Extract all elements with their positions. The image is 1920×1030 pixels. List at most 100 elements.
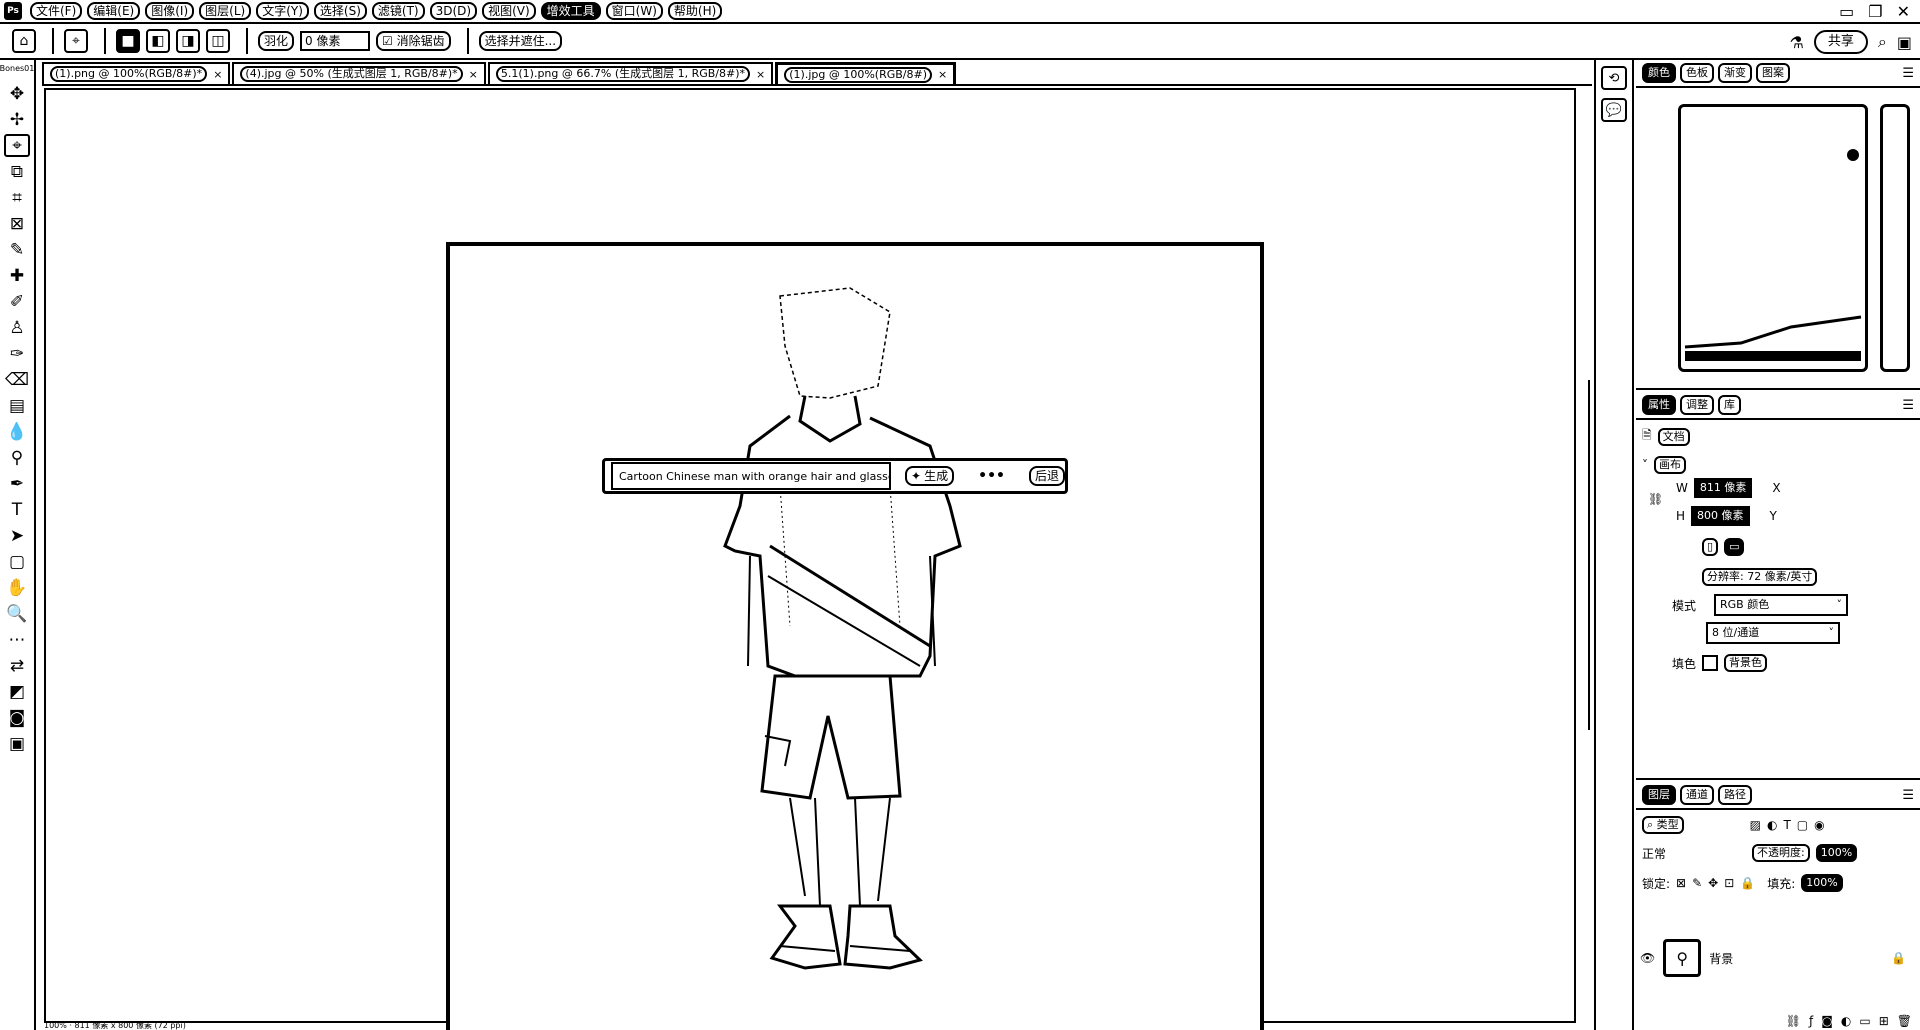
document-tab[interactable]: 5.1(1).png @ 66.7% (生成式图层 1, RGB/8#)* ×	[487, 62, 774, 84]
panel-tab[interactable]: 通道	[1680, 785, 1714, 805]
layer-row[interactable]: 👁 ⚲ 背景 🔒	[1640, 936, 1914, 980]
brush-tool-icon[interactable]: ✐	[4, 290, 30, 313]
height-input[interactable]: 800 像素	[1691, 506, 1750, 526]
filter-icons[interactable]: ▨◐T▢◉	[1750, 818, 1831, 832]
menu-item[interactable]: 增效工具	[540, 2, 601, 20]
close-icon[interactable]: ×	[938, 68, 947, 81]
close-icon[interactable]: ✕	[1897, 2, 1910, 21]
landscape-icon[interactable]: ▭	[1724, 538, 1745, 556]
panel-tab[interactable]: 色板	[1680, 63, 1714, 83]
fill-opacity-value[interactable]: 100%	[1801, 874, 1843, 892]
new-layer-icon[interactable]: ⊞	[1879, 1014, 1889, 1028]
depth-select[interactable]: 8 位/通道 ˅	[1706, 622, 1840, 644]
close-icon[interactable]: ×	[213, 68, 222, 81]
canvas[interactable]	[446, 242, 1264, 1030]
healing-brush-icon[interactable]: ✚	[4, 264, 30, 287]
lasso-tool-icon[interactable]: ⌖	[64, 29, 88, 53]
menu-item[interactable]: 窗口(W)	[605, 2, 663, 20]
swap-colors-icon[interactable]: ⇄	[4, 654, 30, 677]
dodge-tool-icon[interactable]: ⚲	[4, 446, 30, 469]
antialias-checkbox[interactable]: ☑ 消除锯齿	[376, 31, 451, 51]
panel-menu-icon[interactable]: ☰	[1902, 398, 1914, 413]
feather-input[interactable]: 0 像素	[300, 31, 371, 51]
panel-tab[interactable]: 调整	[1680, 395, 1714, 415]
group-icon[interactable]: ▭	[1859, 1014, 1870, 1028]
canvas-section[interactable]: ˅ 画布	[1642, 456, 1686, 474]
shape-tool-icon[interactable]: ▢	[4, 550, 30, 573]
color-field[interactable]	[1678, 104, 1868, 372]
panel-tab[interactable]: 渐变	[1718, 63, 1752, 83]
document-tab[interactable]: (1).png @ 100%(RGB/8#)* ×	[42, 62, 231, 84]
comments-icon[interactable]: 💬	[1601, 98, 1627, 122]
menu-item[interactable]: 图像(I)	[145, 2, 195, 20]
share-button[interactable]: 共享	[1813, 30, 1868, 54]
panel-tab[interactable]: 库	[1718, 395, 1741, 415]
menu-item[interactable]: 视图(V)	[482, 2, 536, 20]
hue-slider[interactable]	[1880, 104, 1910, 372]
fill-value[interactable]: 背景色	[1724, 654, 1768, 672]
menu-item[interactable]: 选择(S)	[313, 2, 367, 20]
crop-tool-icon[interactable]: ⌗	[4, 186, 30, 209]
screen-mode-icon[interactable]: ▣	[4, 732, 30, 755]
menu-item[interactable]: 滤镜(T)	[371, 2, 425, 20]
panel-menu-icon[interactable]: ☰	[1902, 66, 1914, 81]
panel-menu-icon[interactable]: ☰	[1902, 788, 1914, 803]
subtract-selection-icon[interactable]: ◨	[176, 29, 200, 53]
document-tab[interactable]: (1).jpg @ 100%(RGB/8#) ×	[775, 62, 957, 84]
history-brush-icon[interactable]: ✑	[4, 342, 30, 365]
blend-mode[interactable]: 正常	[1642, 845, 1666, 862]
blur-tool-icon[interactable]: 💧	[4, 420, 30, 443]
panel-tab[interactable]: 图案	[1756, 63, 1790, 83]
search-icon[interactable]: ⌕	[1878, 32, 1887, 52]
select-and-mask-button[interactable]: 选择并遮住...	[478, 31, 563, 51]
more-options-button[interactable]: •••	[978, 468, 1005, 484]
trash-icon[interactable]: 🗑	[1897, 1014, 1912, 1028]
back-button[interactable]: 后退	[1028, 466, 1065, 486]
panel-tab[interactable]: 图层	[1642, 785, 1676, 805]
fill-swatch[interactable]	[1702, 655, 1719, 671]
restore-icon[interactable]: ❐	[1868, 2, 1882, 21]
width-input[interactable]: 811 像素	[1693, 478, 1753, 498]
lasso-tool-icon[interactable]: ⌖	[4, 134, 30, 157]
link-icon[interactable]: ⛓	[1648, 492, 1663, 506]
panel-tab[interactable]: 颜色	[1642, 63, 1676, 83]
new-selection-icon[interactable]: ■	[116, 29, 140, 53]
stamp-tool-icon[interactable]: ♙	[4, 316, 30, 339]
link-layers-icon[interactable]: ⛓	[1786, 1014, 1801, 1028]
menu-item[interactable]: 文字(Y)	[256, 2, 309, 20]
lock-icon[interactable]: 🔒	[1891, 951, 1906, 965]
object-select-tool-icon[interactable]: ⧉	[4, 160, 30, 183]
visibility-eye-icon[interactable]: 👁	[1640, 951, 1655, 965]
kind-filter[interactable]: ⌕ 类型	[1642, 816, 1684, 834]
fx-icon[interactable]: ƒ	[1809, 1014, 1813, 1028]
artboard-tool-icon[interactable]: ✢	[4, 108, 30, 131]
workspace-icon[interactable]: ▣	[1897, 33, 1912, 52]
more-tools-icon[interactable]: ⋯	[4, 628, 30, 651]
mode-select[interactable]: RGB 颜色 ˅	[1714, 594, 1849, 616]
history-icon[interactable]: ⟲	[1601, 66, 1627, 90]
menu-item[interactable]: 文件(F)	[30, 2, 83, 20]
portrait-icon[interactable]: ▯	[1702, 538, 1719, 556]
lock-icons[interactable]: ⊠✎✥⊡🔒	[1676, 876, 1761, 890]
frame-tool-icon[interactable]: ⊠	[4, 212, 30, 235]
move-tool-icon[interactable]: ✥	[4, 82, 30, 105]
quick-mask-icon[interactable]: ◙	[4, 706, 30, 729]
hand-tool-icon[interactable]: ✋	[4, 576, 30, 599]
pen-tool-icon[interactable]: ✒	[4, 472, 30, 495]
home-icon[interactable]: ⌂	[12, 29, 36, 53]
zoom-tool-icon[interactable]: 🔍	[4, 602, 30, 625]
menu-item[interactable]: 编辑(E)	[87, 2, 141, 20]
menu-item[interactable]: 帮助(H)	[667, 2, 723, 20]
add-selection-icon[interactable]: ◧	[146, 29, 170, 53]
eyedropper-tool-icon[interactable]: ✎	[4, 238, 30, 261]
mask-icon[interactable]: ◙	[1821, 1014, 1833, 1028]
document-tab[interactable]: (4).jpg @ 50% (生成式图层 1, RGB/8#)* ×	[232, 62, 486, 84]
type-tool-icon[interactable]: T	[4, 498, 30, 521]
adjustment-icon[interactable]: ◐	[1841, 1014, 1851, 1028]
minimize-icon[interactable]: ▭	[1839, 2, 1854, 21]
eraser-tool-icon[interactable]: ⌫	[4, 368, 30, 391]
opacity-value[interactable]: 100%	[1815, 844, 1858, 862]
flask-icon[interactable]: ⚗	[1790, 33, 1804, 52]
panel-tab[interactable]: 属性	[1642, 395, 1676, 415]
generate-button[interactable]: ✦ 生成	[905, 466, 955, 486]
